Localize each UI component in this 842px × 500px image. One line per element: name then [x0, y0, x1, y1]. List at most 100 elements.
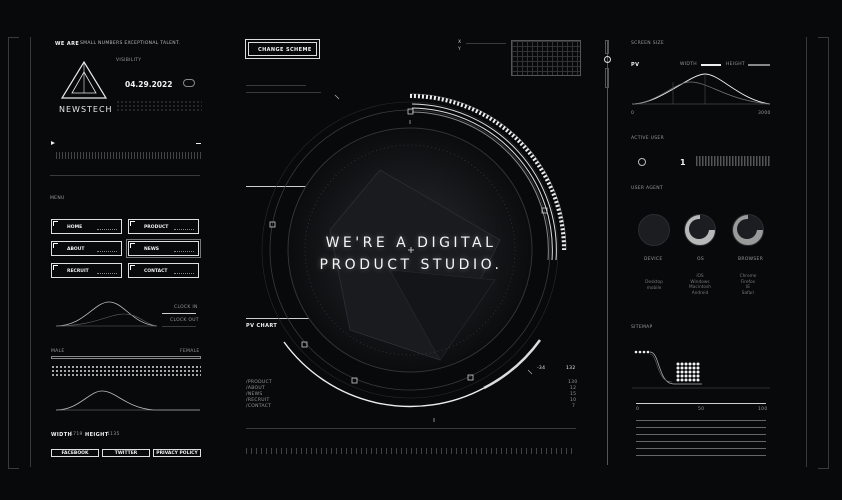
- browser-knob-core: [737, 219, 757, 239]
- device-values: Desktop mobile: [645, 280, 663, 291]
- browser-caption: BROWSER: [738, 257, 764, 262]
- width-value: 1719: [70, 432, 83, 437]
- sitemap-axis: [636, 403, 766, 404]
- frame-right-bracket: [818, 37, 829, 469]
- pv-row-value: 12: [570, 386, 577, 391]
- hero-line-1: WE'RE A DIGITAL: [325, 235, 497, 251]
- pv-row-label: /ABOUT: [246, 386, 265, 391]
- frame-left-inner: [30, 37, 31, 467]
- logo-name: NEWSTECH: [59, 105, 113, 114]
- change-scheme-label: CHANGE SCHEME: [258, 47, 312, 53]
- pv-neg-value: -34: [537, 366, 546, 371]
- menu-label: PRODUCT: [144, 225, 169, 230]
- user-agent-label: USER AGENT: [631, 186, 663, 191]
- hero-heading: WE'RE A DIGITAL PRODUCT STUDIO.: [276, 232, 546, 276]
- play-icon[interactable]: [51, 141, 55, 145]
- left-panel: WE ARE SMALL NUMBERS EXCEPTIONAL TALENT.…: [50, 38, 205, 463]
- sitemap-axis-100: 100: [758, 407, 768, 412]
- clock-out-label: CLOCK OUT: [170, 318, 199, 323]
- right-panel: SCREEN SIZE PV WIDTH HEIGHT 0 3000 ACTIV…: [628, 38, 773, 463]
- coord-line: [466, 43, 506, 44]
- menu-label: RECRUIT: [67, 269, 89, 274]
- sitemap-row: [636, 455, 766, 456]
- width-label: WIDTH: [51, 432, 73, 438]
- active-user-bars: [696, 156, 771, 166]
- menu-about-button[interactable]: ABOUT: [51, 241, 122, 256]
- screen-size-chart: [631, 73, 771, 105]
- cloud-icon: [183, 79, 195, 87]
- axis-min: 0: [631, 111, 635, 116]
- female-label: FEMALE: [180, 349, 200, 354]
- sitemap-row: [636, 448, 766, 449]
- os-knob-core: [689, 219, 709, 239]
- height-legend-swatch: [748, 64, 770, 66]
- scroll-segment-lower: [605, 68, 609, 88]
- clock-out-line: [162, 326, 196, 327]
- menu-contact-button[interactable]: CONTACT: [128, 263, 199, 278]
- menu-label: ABOUT: [67, 247, 85, 252]
- browser-values: Chrome Firefox IE Safari: [739, 274, 757, 296]
- device-knob[interactable]: [638, 214, 670, 246]
- pv-row-value: 7: [572, 404, 576, 409]
- scroll-track[interactable]: [607, 40, 608, 465]
- distribution-curve: [55, 390, 200, 411]
- sitemap-row: [636, 434, 766, 435]
- sitemap-axis-0: 0: [636, 407, 640, 412]
- active-user-count: 1: [680, 158, 686, 167]
- twitter-button[interactable]: TWITTER: [102, 449, 150, 457]
- os-caption: OS: [697, 257, 704, 262]
- pv-row-label: /RECRUIT: [246, 398, 270, 403]
- y-label: Y: [458, 47, 462, 52]
- pv-chart-title: PV CHART: [246, 323, 278, 329]
- width-legend: WIDTH: [680, 62, 697, 67]
- progress-ticks: [56, 152, 201, 159]
- change-scheme-button[interactable]: CHANGE SCHEME: [245, 39, 320, 59]
- sitemap-axis-50: 50: [698, 407, 705, 412]
- sitemap-row: [636, 441, 766, 442]
- hero-line-2: PRODUCT STUDIO.: [319, 257, 503, 273]
- pv-label: PV: [631, 62, 640, 68]
- frame-left-bracket: [8, 37, 19, 469]
- tagline: SMALL NUMBERS EXCEPTIONAL TALENT.: [80, 41, 181, 46]
- male-label: MALE: [51, 349, 65, 354]
- facebook-button[interactable]: FACEBOOK: [51, 449, 99, 457]
- x-label: X: [458, 40, 462, 45]
- os-values: iOS Windows Macintosh Android: [689, 274, 711, 296]
- active-user-dial-icon: [638, 158, 646, 166]
- logo-triangle-icon: [60, 60, 108, 99]
- frame-right-inner: [806, 37, 807, 467]
- screen-size-label: SCREEN SIZE: [631, 41, 665, 46]
- pv-row-value: 15: [570, 392, 577, 397]
- gender-dot-matrix: [51, 365, 201, 378]
- width-legend-swatch: [701, 64, 721, 66]
- privacy-policy-button[interactable]: PRIVACY POLICY: [153, 449, 201, 457]
- pv-row-label: /CONTACT: [246, 404, 272, 409]
- clock-in-label: CLOCK IN: [174, 305, 198, 310]
- menu-home-button[interactable]: HOME: [51, 219, 122, 234]
- height-value: 1135: [107, 432, 120, 437]
- pv-row-label: /PRODUCT: [246, 380, 272, 385]
- clock-in-line: [162, 313, 196, 314]
- device-caption: DEVICE: [644, 257, 663, 262]
- menu-product-button[interactable]: PRODUCT: [128, 219, 199, 234]
- divider: [50, 175, 200, 176]
- sitemap-label: SITEMAP: [631, 325, 653, 330]
- scroll-thumb[interactable]: [604, 56, 611, 63]
- dot-grid: [116, 100, 202, 112]
- height-legend: HEIGHT: [726, 62, 745, 67]
- menu-label: HOME: [67, 225, 83, 230]
- scroll-segment: [605, 40, 609, 54]
- clock-curve-chart: [55, 301, 158, 327]
- menu-label: NEWS: [144, 247, 160, 252]
- axis-max: 3000: [758, 111, 771, 116]
- pv-pos-value: 132: [566, 366, 576, 371]
- gender-ratio-bar: [51, 356, 201, 359]
- menu-news-button[interactable]: NEWS: [126, 239, 201, 258]
- height-label: HEIGHT: [85, 432, 109, 438]
- pv-row-value: 130: [568, 380, 578, 385]
- menu-recruit-button[interactable]: RECRUIT: [51, 263, 122, 278]
- sitemap-chart: [632, 350, 770, 389]
- visibility-label: VISIBILITY: [116, 58, 142, 63]
- date-display: 04.29.2022: [125, 80, 173, 89]
- sitemap-row: [636, 420, 766, 421]
